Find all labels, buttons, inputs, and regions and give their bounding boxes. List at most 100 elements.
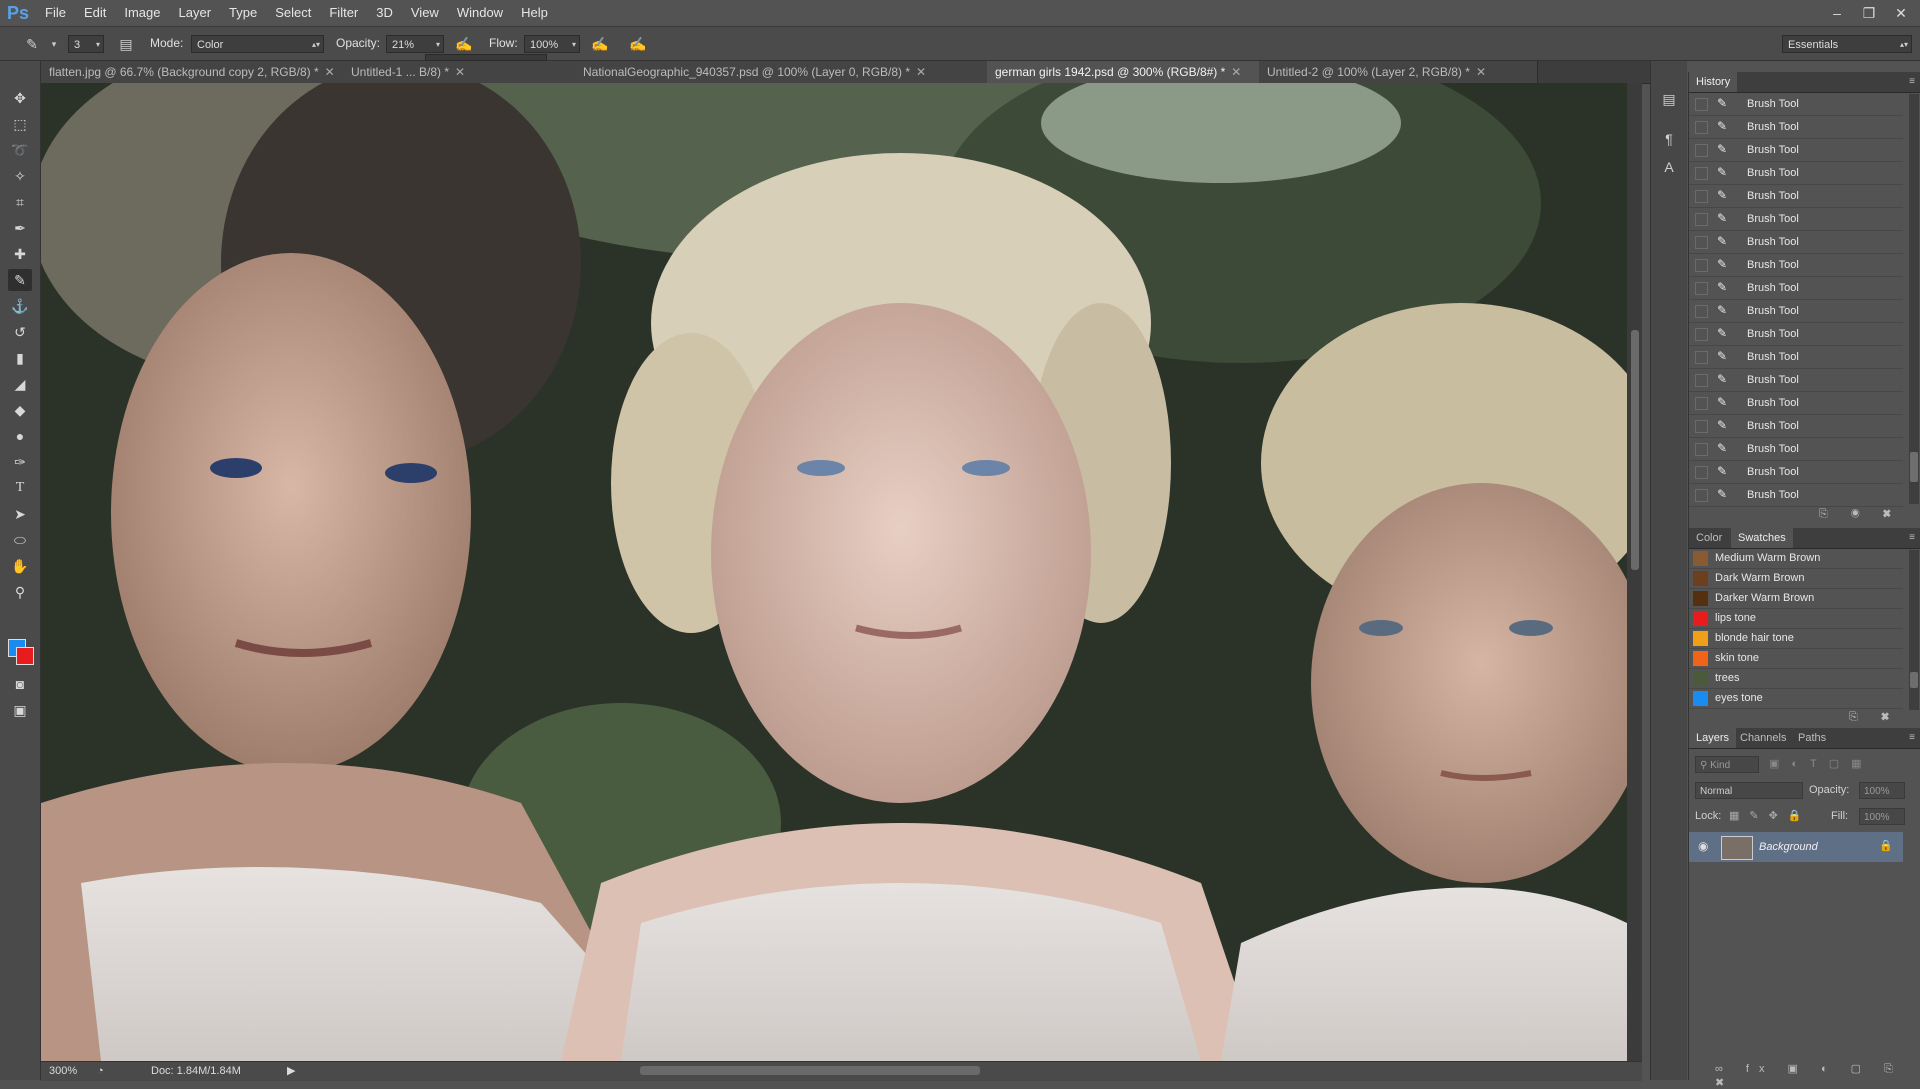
swatch-color-chip[interactable]	[1693, 691, 1708, 706]
menu-help[interactable]: Help	[512, 0, 557, 26]
history-item[interactable]: ✎ Brush Tool	[1689, 277, 1903, 300]
history-item[interactable]: ✎ Brush Tool	[1689, 231, 1903, 254]
close-icon[interactable]: ✕	[455, 65, 465, 79]
history-item[interactable]: ✎ Brush Tool	[1689, 346, 1903, 369]
menu-file[interactable]: File	[36, 0, 75, 26]
swatch-color-chip[interactable]	[1693, 571, 1708, 586]
type-tool-icon[interactable]: T	[8, 477, 32, 499]
paint-bucket-tool-icon[interactable]: ◢	[8, 373, 32, 395]
chevron-down-icon[interactable]: ▾	[44, 34, 64, 54]
history-snapshot-checkbox[interactable]	[1695, 144, 1708, 157]
swatch-color-chip[interactable]	[1693, 611, 1708, 626]
opacity-slider[interactable]	[425, 54, 547, 61]
history-snapshot-checkbox[interactable]	[1695, 420, 1708, 433]
history-snapshot-checkbox[interactable]	[1695, 305, 1708, 318]
tab-untitled-2[interactable]: Untitled-2 @ 100% (Layer 2, RGB/8) * ✕	[1259, 61, 1538, 83]
history-item[interactable]: ✎ Brush Tool	[1689, 461, 1903, 484]
crop-tool-icon[interactable]: ⌗	[8, 191, 32, 213]
ellipse-tool-icon[interactable]: ⬭	[8, 529, 32, 551]
history-item[interactable]: ✎ Brush Tool	[1689, 323, 1903, 346]
history-item[interactable]: ✎ Brush Tool	[1689, 392, 1903, 415]
magic-wand-tool-icon[interactable]: ✧	[8, 165, 32, 187]
history-brush-tool-icon[interactable]: ↺	[8, 321, 32, 343]
history-snapshot-checkbox[interactable]	[1695, 328, 1708, 341]
healing-brush-tool-icon[interactable]: ✚	[8, 243, 32, 265]
swatch-item[interactable]: skin tone	[1689, 649, 1903, 669]
close-icon[interactable]: ✕	[1890, 5, 1912, 22]
lock-icons[interactable]: ▦✎✥🔒	[1729, 808, 1812, 825]
history-snapshot-checkbox[interactable]	[1695, 397, 1708, 410]
swatch-item[interactable]: Medium Warm Brown	[1689, 549, 1903, 569]
swatch-color-chip[interactable]	[1693, 551, 1708, 566]
tab-flatten[interactable]: flatten.jpg @ 66.7% (Background copy 2, …	[41, 61, 358, 83]
minimize-icon[interactable]: –	[1826, 5, 1848, 21]
menu-3d[interactable]: 3D	[367, 0, 402, 26]
mode-select[interactable]: Color ▴▾	[191, 35, 324, 53]
marquee-tool-icon[interactable]: ⬚	[8, 113, 32, 135]
history-item[interactable]: ✎ Brush Tool	[1689, 484, 1903, 507]
history-panel-icon[interactable]: ▤	[1659, 89, 1679, 109]
zoom-level[interactable]: 300%	[49, 1062, 77, 1081]
quick-mask-icon[interactable]: ◙	[8, 673, 32, 695]
path-selection-tool-icon[interactable]: ➤	[8, 503, 32, 525]
panel-menu-icon[interactable]: ≡	[1909, 528, 1915, 548]
history-item[interactable]: ✎ Brush Tool	[1689, 185, 1903, 208]
history-snapshot-checkbox[interactable]	[1695, 98, 1708, 111]
swatch-item[interactable]: trees	[1689, 669, 1903, 689]
history-snapshot-checkbox[interactable]	[1695, 443, 1708, 456]
panel-menu-icon[interactable]: ≡	[1909, 728, 1915, 748]
vertical-scroll-thumb[interactable]	[1631, 330, 1639, 570]
airbrush-icon[interactable]: ✍	[590, 34, 610, 54]
history-item[interactable]: ✎ Brush Tool	[1689, 254, 1903, 277]
flow-field[interactable]: 100% ▾	[524, 35, 580, 53]
character-icon[interactable]: A	[1659, 157, 1679, 177]
pressure-opacity-icon[interactable]: ✍	[454, 34, 474, 54]
swatch-item[interactable]: blonde hair tone	[1689, 629, 1903, 649]
tab-channels[interactable]: Channels	[1733, 728, 1793, 748]
history-footer-icons[interactable]: ⎘ ◉ ✖	[1819, 508, 1901, 521]
swatch-item[interactable]: Darker Warm Brown	[1689, 589, 1903, 609]
menu-filter[interactable]: Filter	[320, 0, 367, 26]
history-item[interactable]: ✎ Brush Tool	[1689, 208, 1903, 231]
history-snapshot-checkbox[interactable]	[1695, 259, 1708, 272]
swatch-item[interactable]: eyes tone	[1689, 689, 1903, 709]
brush-panel-icon[interactable]: ▤	[116, 34, 136, 54]
history-item[interactable]: ✎ Brush Tool	[1689, 415, 1903, 438]
layer-kind-filter[interactable]: ⚲ Kind	[1695, 756, 1759, 773]
close-icon[interactable]: ✕	[916, 65, 926, 79]
screen-mode-icon[interactable]: ▣	[8, 699, 32, 721]
history-snapshot-checkbox[interactable]	[1695, 190, 1708, 203]
restore-icon[interactable]: ❐	[1858, 5, 1880, 22]
background-color-swatch[interactable]	[16, 647, 34, 665]
brush-tool-icon[interactable]: ✎	[8, 269, 32, 291]
history-item[interactable]: ✎ Brush Tool	[1689, 438, 1903, 461]
hand-tool-icon[interactable]: ✋	[8, 555, 32, 577]
fill-field[interactable]: 100%	[1859, 808, 1905, 825]
brush-size-field[interactable]: 3 ▾	[68, 35, 104, 53]
swatch-color-chip[interactable]	[1693, 591, 1708, 606]
eraser-tool-icon[interactable]: ▮	[8, 347, 32, 369]
pressure-size-icon[interactable]: ✍	[628, 34, 648, 54]
history-item[interactable]: ✎ Brush Tool	[1689, 162, 1903, 185]
history-item[interactable]: ✎ Brush Tool	[1689, 139, 1903, 162]
history-snapshot-checkbox[interactable]	[1695, 489, 1708, 502]
vertical-scrollbar[interactable]	[1627, 83, 1642, 1061]
swatch-item[interactable]: lips tone	[1689, 609, 1903, 629]
layer-opacity-field[interactable]: 100%	[1859, 782, 1905, 799]
history-item[interactable]: ✎ Brush Tool	[1689, 116, 1903, 139]
tab-paths[interactable]: Paths	[1791, 728, 1833, 748]
tab-layers[interactable]: Layers	[1689, 728, 1737, 748]
menu-select[interactable]: Select	[266, 0, 320, 26]
swatches-footer-icons[interactable]: ⎘ ✖	[1849, 711, 1899, 724]
document-canvas[interactable]	[41, 83, 1627, 1061]
history-snapshot-checkbox[interactable]	[1695, 282, 1708, 295]
eyedropper-tool-icon[interactable]: ✒	[8, 217, 32, 239]
lasso-tool-icon[interactable]: ➰	[8, 139, 32, 161]
layer-row-background[interactable]: ◉ Background 🔒	[1689, 832, 1903, 862]
tab-history[interactable]: History	[1689, 72, 1738, 92]
history-snapshot-checkbox[interactable]	[1695, 167, 1708, 180]
horizontal-scroll-thumb[interactable]	[640, 1066, 980, 1075]
status-menu-icon[interactable]: ▶	[287, 1062, 295, 1081]
workspace-select[interactable]: Essentials ▴▾	[1782, 35, 1912, 53]
layer-name[interactable]: Background	[1759, 832, 1818, 862]
